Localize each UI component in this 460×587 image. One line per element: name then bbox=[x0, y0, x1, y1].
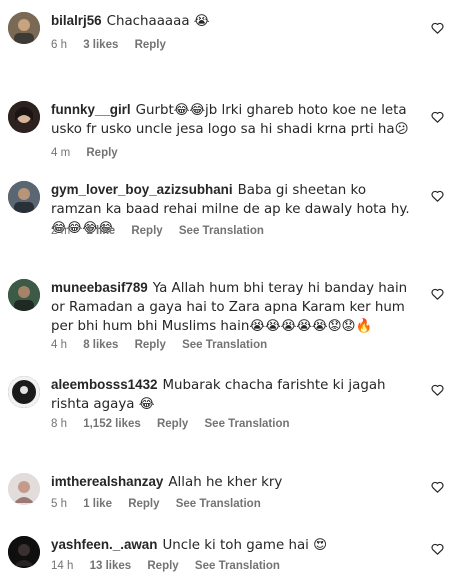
comment-username[interactable]: gym_lover_boy_azizsubhani bbox=[51, 182, 233, 197]
see-translation-button[interactable]: See Translation bbox=[195, 560, 280, 572]
see-translation-button[interactable]: See Translation bbox=[179, 225, 264, 237]
comment-username[interactable]: muneebasif789 bbox=[51, 280, 148, 295]
comment-time: 5 h bbox=[51, 498, 67, 510]
see-translation-button[interactable]: See Translation bbox=[182, 339, 267, 351]
comment-likes[interactable]: 13 likes bbox=[90, 560, 132, 572]
reply-button[interactable]: Reply bbox=[86, 147, 117, 159]
avatar[interactable] bbox=[8, 376, 40, 408]
comment-time: 8 h bbox=[51, 418, 67, 430]
see-translation-button[interactable]: See Translation bbox=[205, 418, 290, 430]
comment-likes[interactable]: 1,152 likes bbox=[83, 418, 141, 430]
avatar[interactable] bbox=[8, 279, 40, 311]
heart-outline-icon[interactable] bbox=[431, 190, 444, 202]
heart-outline-icon[interactable] bbox=[431, 111, 444, 123]
comment-text: Uncle ki toh game hai 😍 bbox=[162, 538, 328, 553]
heart-outline-icon[interactable] bbox=[431, 288, 444, 300]
reply-button[interactable]: Reply bbox=[128, 498, 159, 510]
avatar[interactable] bbox=[8, 536, 40, 568]
comment-time: 4 m bbox=[51, 147, 71, 159]
comment-username[interactable]: aleembosss1432 bbox=[51, 377, 157, 392]
reply-button[interactable]: Reply bbox=[131, 225, 162, 237]
avatar[interactable] bbox=[8, 101, 40, 133]
reply-button[interactable]: Reply bbox=[135, 339, 166, 351]
comment-username[interactable]: imtherealshanzay bbox=[51, 474, 163, 489]
comment-username[interactable]: yashfeen._.awan bbox=[51, 537, 157, 552]
comment-likes[interactable]: 1 like bbox=[83, 498, 112, 510]
comment-text: Allah he kher kry bbox=[168, 475, 283, 490]
comment-username[interactable]: funnky__girl bbox=[51, 102, 131, 117]
heart-outline-icon[interactable] bbox=[431, 481, 444, 493]
comment-text: Chachaaaaa 😭 bbox=[106, 14, 210, 29]
reply-button[interactable]: Reply bbox=[157, 418, 188, 430]
comment-time: 14 h bbox=[51, 560, 74, 572]
avatar[interactable] bbox=[8, 473, 40, 505]
comment-time: 2 m bbox=[51, 225, 71, 237]
comment-username[interactable]: bilalrj56 bbox=[51, 13, 102, 28]
heart-outline-icon[interactable] bbox=[431, 384, 444, 396]
reply-button[interactable]: Reply bbox=[147, 560, 178, 572]
comment-likes[interactable]: 8 likes bbox=[83, 339, 118, 351]
avatar[interactable] bbox=[8, 181, 40, 213]
heart-outline-icon[interactable] bbox=[431, 22, 444, 34]
avatar[interactable] bbox=[8, 12, 40, 44]
comment-likes[interactable]: 1 like bbox=[86, 225, 115, 237]
reply-button[interactable]: Reply bbox=[135, 39, 166, 51]
heart-outline-icon[interactable] bbox=[431, 543, 444, 555]
comment-time: 4 h bbox=[51, 339, 67, 351]
comment-time: 6 h bbox=[51, 39, 67, 51]
comment-likes[interactable]: 3 likes bbox=[83, 39, 118, 51]
see-translation-button[interactable]: See Translation bbox=[176, 498, 261, 510]
